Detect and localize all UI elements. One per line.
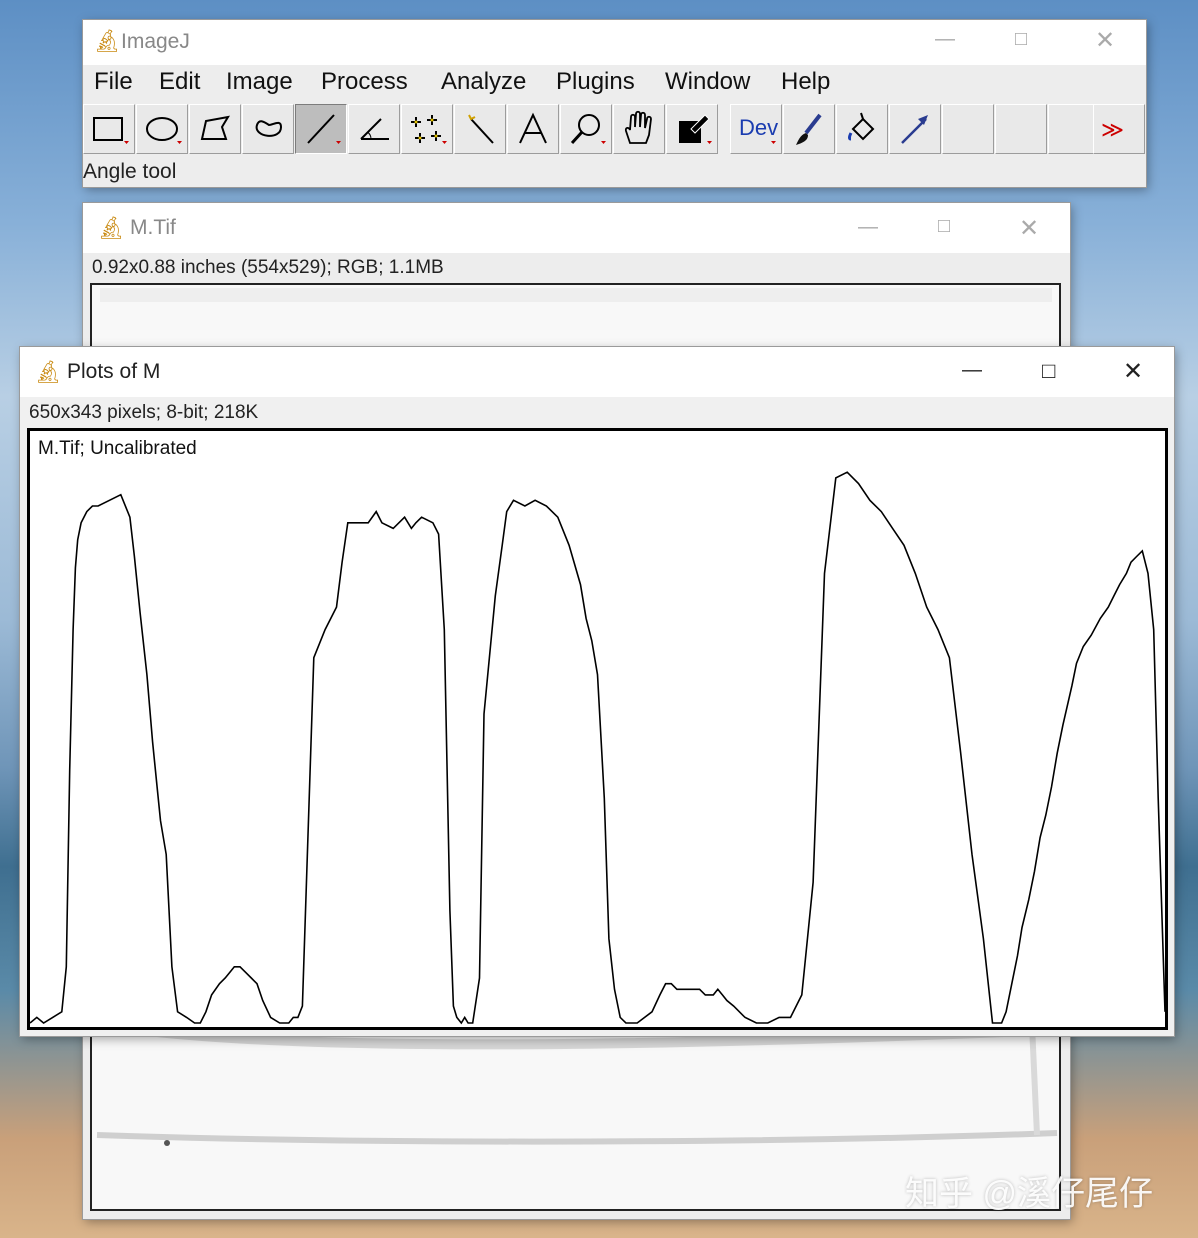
magnifier-tool-button[interactable]	[560, 104, 612, 154]
flood-fill-tool-button[interactable]	[836, 104, 888, 154]
menu-plugins[interactable]: Plugins	[556, 68, 635, 96]
arrow-tool-button[interactable]	[889, 104, 941, 154]
polygon-tool-button[interactable]	[189, 104, 241, 154]
arrow-tool-icon	[901, 115, 928, 144]
microscope-icon: 🔬︎	[93, 28, 121, 53]
line-tool-icon	[307, 114, 341, 144]
menu-help[interactable]: Help	[781, 68, 830, 96]
rectangle-tool-icon	[93, 117, 129, 144]
minimize-button[interactable]: —	[858, 216, 878, 239]
magnifier-tool-icon	[570, 114, 606, 145]
angle-tool-icon	[360, 118, 389, 140]
menu-window[interactable]: Window	[665, 68, 750, 96]
brush-tool-icon	[796, 113, 822, 145]
angle-tool-button[interactable]	[348, 104, 400, 154]
toolbar: Dev ≫	[83, 102, 1146, 174]
maximize-button[interactable]: □	[938, 215, 950, 238]
developer-menu-icon: Dev	[739, 115, 778, 144]
freehand-tool-button[interactable]	[242, 104, 294, 154]
title-bar[interactable]: 🔬︎ Plots of M — □ ✕	[20, 347, 1174, 397]
plot-area[interactable]: M.Tif; Uncalibrated	[27, 428, 1168, 1030]
flood-fill-tool-icon	[848, 112, 875, 141]
plot-info: 650x343 pixels; 8-bit; 218K	[29, 402, 259, 423]
imagej-main-window: 🔬︎ ImageJ — □ ✕ File Edit Image Process Anal…	[83, 20, 1146, 187]
minimize-button[interactable]: —	[962, 359, 982, 382]
hand-tool-button[interactable]	[613, 104, 665, 154]
multipoint-tool-icon	[411, 115, 447, 144]
status-text: Angle tool	[83, 160, 177, 183]
empty-slot	[996, 105, 1048, 155]
multipoint-tool-button[interactable]	[401, 104, 453, 154]
plot-window: 🔬︎ Plots of M — □ ✕ 650x343 pixels; 8-bi…	[20, 347, 1174, 1036]
more-tools-icon: ≫	[1101, 118, 1124, 143]
svg-text:≫: ≫	[1101, 118, 1124, 143]
line-tool-button[interactable]	[295, 104, 347, 154]
more-tools-button[interactable]: ≫	[1093, 104, 1145, 154]
polygon-tool-icon	[200, 115, 230, 140]
close-button[interactable]: ✕	[1123, 357, 1143, 386]
toolbar-empty-slot[interactable]	[995, 104, 1047, 154]
maximize-button[interactable]: □	[1042, 358, 1055, 384]
menu-edit[interactable]: Edit	[159, 68, 200, 96]
watermark: 知乎 @溪仔尾仔	[905, 1175, 1153, 1213]
color-picker-tool-icon	[679, 114, 712, 144]
empty-slot	[943, 105, 995, 155]
oval-tool-icon	[146, 117, 182, 144]
maximize-button[interactable]: □	[1015, 28, 1027, 51]
developer-menu-button[interactable]: Dev	[730, 104, 782, 154]
title-bar[interactable]: 🔬︎ M.Tif — □ ✕	[83, 203, 1070, 253]
text-tool-button[interactable]	[507, 104, 559, 154]
menu-process[interactable]: Process	[321, 68, 408, 96]
svg-text:Dev: Dev	[739, 115, 778, 140]
profile-plot: M.Tif; Uncalibrated	[29, 438, 1166, 1025]
minimize-button[interactable]: —	[935, 28, 955, 51]
microscope-icon: 🔬︎	[97, 215, 125, 240]
freehand-tool-icon	[255, 120, 283, 137]
plot-label: M.Tif; Uncalibrated	[38, 438, 197, 459]
close-button[interactable]: ✕	[1095, 26, 1115, 55]
menu-analyze[interactable]: Analyze	[441, 68, 526, 96]
title-bar[interactable]: 🔬︎ ImageJ — □ ✕	[83, 20, 1146, 65]
microscope-icon: 🔬︎	[34, 359, 62, 384]
menu-image[interactable]: Image	[226, 68, 293, 96]
brush-tool-button[interactable]	[783, 104, 835, 154]
wand-tool-icon	[468, 114, 494, 144]
wand-tool-button[interactable]	[454, 104, 506, 154]
window-title: M.Tif	[130, 216, 176, 239]
profile-series-line	[29, 471, 1166, 1025]
menu-bar: File Edit Image Process Analyze Plugins Window…	[83, 66, 1146, 102]
window-title: Plots of M	[67, 360, 161, 383]
close-button[interactable]: ✕	[1019, 214, 1039, 243]
color-picker-tool-button[interactable]	[666, 104, 718, 154]
rectangle-tool-button[interactable]	[83, 104, 135, 154]
toolbar-empty-slot[interactable]	[942, 104, 994, 154]
text-tool-icon	[519, 112, 547, 144]
image-info: 0.92x0.88 inches (554x529); RGB; 1.1MB	[92, 257, 444, 278]
hand-tool-icon	[624, 110, 652, 144]
oval-tool-button[interactable]	[136, 104, 188, 154]
window-title: ImageJ	[121, 30, 190, 53]
menu-file[interactable]: File	[94, 68, 133, 96]
